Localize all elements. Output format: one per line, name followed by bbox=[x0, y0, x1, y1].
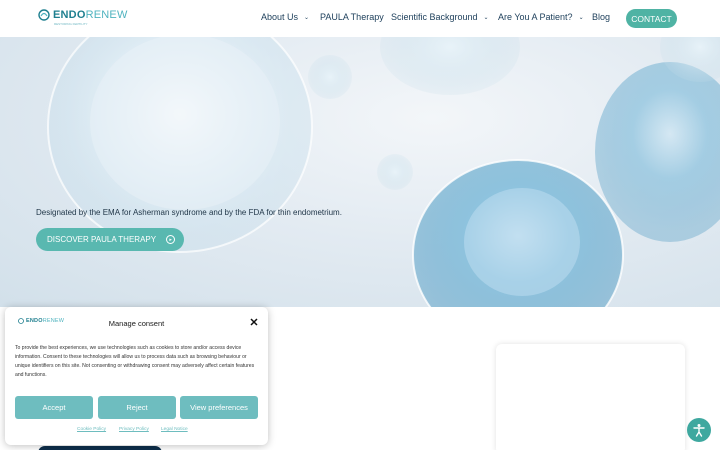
nav-item-scientific-background[interactable]: Scientific Background ⌄ bbox=[391, 12, 489, 22]
nav-item-label: Blog bbox=[592, 12, 611, 22]
arrow-circle-icon: ▸ bbox=[166, 235, 176, 244]
close-icon[interactable]: ✕ bbox=[248, 317, 260, 329]
logo-text: ENDORENEW bbox=[53, 8, 128, 21]
page: ENDORENEW RESTORING FERTILITY About Us ⌄… bbox=[0, 0, 720, 450]
logo-text-main: ENDO bbox=[53, 8, 86, 21]
discover-paula-therapy-button[interactable]: DISCOVER PAULA THERAPY ▸ bbox=[36, 228, 184, 251]
content-card bbox=[496, 344, 685, 450]
accessibility-icon bbox=[693, 424, 705, 437]
accept-button[interactable]: Accept bbox=[15, 396, 93, 419]
nav-item-about-us[interactable]: About Us ⌄ bbox=[261, 12, 309, 22]
consent-body-text: To provide the best experiences, we use … bbox=[15, 345, 255, 378]
logo-mark-icon bbox=[38, 9, 50, 21]
consent-title: Manage consent bbox=[108, 319, 165, 328]
chevron-down-icon: ⌄ bbox=[483, 14, 489, 21]
logo-tagline: RESTORING FERTILITY bbox=[54, 22, 88, 26]
accessibility-button[interactable] bbox=[687, 418, 711, 442]
hero-cells-image bbox=[47, 37, 720, 307]
chevron-down-icon: ⌄ bbox=[578, 14, 584, 21]
contact-button[interactable]: CONTACT bbox=[626, 9, 677, 28]
consent-links: Cookie Policy Privacy Policy Legal Notic… bbox=[5, 427, 268, 435]
cookie-policy-link[interactable]: Cookie Policy bbox=[77, 427, 106, 432]
nav-item-blog[interactable]: Blog bbox=[592, 12, 610, 22]
hero-designation-text: Designated by the EMA for Asherman syndr… bbox=[36, 208, 342, 217]
chevron-down-icon: ⌄ bbox=[304, 14, 310, 21]
nav-item-are-you-a-patient[interactable]: Are You A Patient? ⌄ bbox=[498, 12, 584, 22]
hero-button-label: DISCOVER PAULA THERAPY bbox=[47, 235, 157, 244]
nav-item-label: About Us bbox=[261, 12, 299, 22]
privacy-policy-link[interactable]: Privacy Policy bbox=[119, 427, 149, 432]
hero-section: Designated by the EMA for Asherman syndr… bbox=[0, 37, 720, 307]
legal-notice-link[interactable]: Legal Notice bbox=[161, 427, 188, 432]
site-logo[interactable]: ENDORENEW bbox=[38, 9, 128, 21]
dark-action-button[interactable] bbox=[38, 446, 162, 450]
view-preferences-button[interactable]: View preferences bbox=[180, 396, 258, 419]
nav-item-label: PAULA Therapy bbox=[320, 12, 384, 22]
site-header: ENDORENEW RESTORING FERTILITY About Us ⌄… bbox=[0, 0, 720, 37]
nav-item-paula-therapy[interactable]: PAULA Therapy bbox=[320, 12, 384, 22]
cookie-consent-dialog: ENDORENEW Manage consent ✕ To provide th… bbox=[5, 307, 268, 445]
nav-item-label: Scientific Background bbox=[391, 12, 478, 22]
logo-text-accent: RENEW bbox=[85, 8, 128, 21]
nav-item-label: Are You A Patient? bbox=[498, 12, 573, 22]
reject-button[interactable]: Reject bbox=[98, 396, 176, 419]
